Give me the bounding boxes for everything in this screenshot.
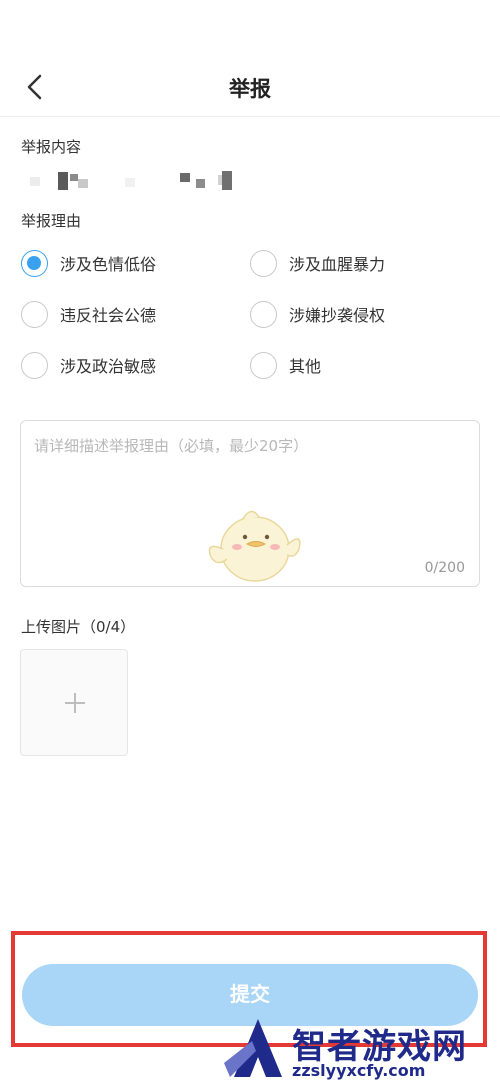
reason-option-label: 涉及血腥暴力 bbox=[289, 255, 386, 274]
chick-mascot-icon bbox=[208, 510, 301, 582]
description-box: 0/200 bbox=[20, 420, 480, 587]
radio-unchecked-icon[interactable] bbox=[250, 300, 277, 328]
radio-unchecked-icon[interactable] bbox=[250, 249, 277, 277]
radio-unchecked-icon[interactable] bbox=[250, 351, 277, 379]
report-content-label: 举报内容 bbox=[21, 138, 82, 156]
reason-option-label: 涉及色情低俗 bbox=[60, 255, 157, 274]
reason-option-violence[interactable]: 涉及血腥暴力 bbox=[250, 248, 385, 278]
watermark-url: zzslyyxcfy.com bbox=[292, 1061, 426, 1080]
radio-unchecked-icon[interactable] bbox=[21, 351, 48, 379]
site-watermark: 智者游戏网 zzslyyxcfy.com bbox=[222, 1015, 500, 1083]
upload-image-button[interactable] bbox=[20, 649, 128, 756]
char-counter: 0/200 bbox=[424, 560, 465, 576]
reason-option-label: 违反社会公德 bbox=[60, 306, 157, 325]
plus-icon bbox=[65, 693, 85, 713]
reason-option-public-morals[interactable]: 违反社会公德 bbox=[21, 299, 156, 329]
upload-label: 上传图片（0/4） bbox=[21, 618, 136, 636]
page-title: 举报 bbox=[229, 77, 271, 101]
watermark-logo-icon bbox=[224, 1019, 282, 1077]
report-content-blurred bbox=[30, 171, 232, 190]
reason-option-label: 其他 bbox=[289, 357, 322, 376]
report-reason-label: 举报理由 bbox=[21, 212, 82, 230]
radio-checked-icon[interactable] bbox=[21, 249, 48, 277]
reason-option-political[interactable]: 涉及政治敏感 bbox=[21, 350, 156, 380]
header-bar: 举报 bbox=[0, 55, 500, 117]
reason-option-other[interactable]: 其他 bbox=[250, 350, 321, 380]
reason-option-label: 涉嫌抄袭侵权 bbox=[289, 306, 386, 325]
report-page: 举报 举报内容 举报理由 涉及色情低俗 涉及血腥暴力 违反社会公德 涉嫌抄袭侵权… bbox=[0, 0, 500, 1083]
radio-unchecked-icon[interactable] bbox=[21, 300, 48, 328]
reason-option-label: 涉及政治敏感 bbox=[60, 357, 157, 376]
reason-option-vulgar[interactable]: 涉及色情低俗 bbox=[21, 248, 156, 278]
reason-option-plagiarism[interactable]: 涉嫌抄袭侵权 bbox=[250, 299, 385, 329]
